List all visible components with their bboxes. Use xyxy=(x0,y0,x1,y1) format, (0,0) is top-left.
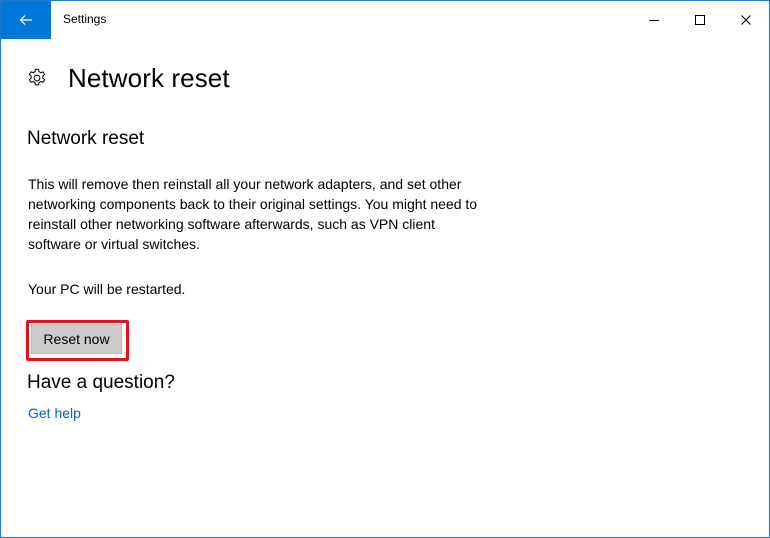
reset-description: This will remove then reinstall all your… xyxy=(28,176,478,252)
window-title: Settings xyxy=(63,12,107,26)
minimize-button[interactable] xyxy=(631,1,677,39)
back-arrow-icon xyxy=(19,15,32,25)
restart-note: Your PC will be restarted. xyxy=(28,281,186,297)
gear-icon xyxy=(26,67,48,89)
page-title: Network reset xyxy=(68,62,230,93)
maximize-icon xyxy=(695,15,705,25)
back-button[interactable] xyxy=(1,1,51,39)
question-heading: Have a question? xyxy=(27,372,175,393)
settings-window: Settings Network reset Network reset Thi… xyxy=(0,0,770,538)
maximize-button[interactable] xyxy=(677,1,723,39)
section-title: Network reset xyxy=(27,128,145,149)
minimize-icon xyxy=(649,20,659,21)
reset-now-button[interactable]: Reset now xyxy=(31,324,122,354)
close-icon xyxy=(741,15,751,25)
get-help-link[interactable]: Get help xyxy=(28,405,81,421)
title-bar: Settings xyxy=(1,1,769,39)
close-button[interactable] xyxy=(723,1,769,39)
page-header: Network reset xyxy=(26,61,230,95)
